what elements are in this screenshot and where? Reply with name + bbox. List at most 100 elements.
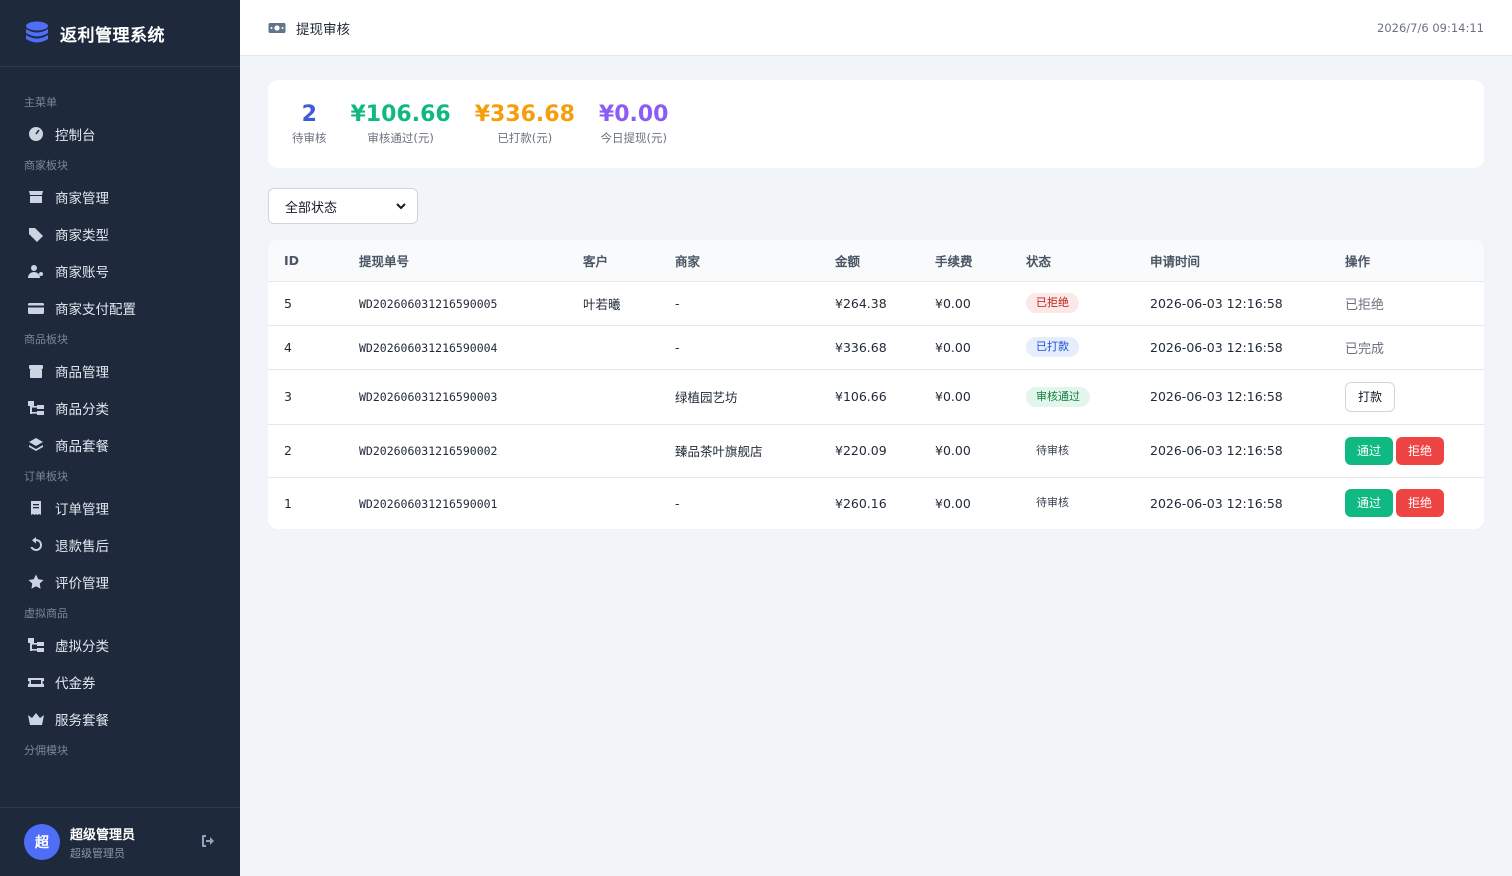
status-filter-value: 全部状态 bbox=[285, 200, 338, 216]
cell-customer: 叶若曦 bbox=[567, 281, 659, 326]
apply-time-text: 2026-06-03 12:16:58 bbox=[1150, 389, 1283, 404]
cell-id: 5 bbox=[268, 281, 343, 326]
sidebar-item-label: 商家管理 bbox=[55, 190, 109, 207]
sidebar-item-label: 商家类型 bbox=[55, 227, 109, 244]
cell-withdraw-no-text: WD202606031216590005 bbox=[359, 296, 498, 311]
user-panel: 超 超级管理员 超级管理员 bbox=[0, 807, 240, 876]
tags-icon bbox=[27, 225, 45, 243]
cell-fee-text: ¥0.00 bbox=[935, 339, 971, 355]
stat-value: ¥336.68 bbox=[474, 102, 575, 127]
sidebar: 返利管理系统 主菜单控制台商家板块商家管理商家类型商家账号 商家支付配置商品板块商… bbox=[0, 0, 240, 876]
sidebar-item[interactable]: 商品管理 bbox=[0, 352, 240, 389]
cell-customer bbox=[567, 325, 659, 370]
status-badge: 审核通过 bbox=[1026, 386, 1090, 407]
sidebar-item-label: 控制台 bbox=[55, 127, 96, 144]
sidebar-item[interactable]: 评价管理 bbox=[0, 563, 240, 600]
box-icon bbox=[27, 362, 45, 380]
sidebar-item[interactable]: 退款售后 bbox=[0, 526, 240, 563]
sidebar-item[interactable]: 商家支付配置 bbox=[0, 289, 240, 326]
approve-button[interactable]: 通过 bbox=[1345, 436, 1394, 465]
store-icon bbox=[27, 188, 45, 206]
cell-fee: ¥0.00 bbox=[919, 369, 1010, 425]
ticket-icon bbox=[27, 673, 45, 691]
stat-value: ¥0.00 bbox=[598, 102, 669, 127]
sidebar-item[interactable]: 控制台 bbox=[0, 115, 240, 152]
column-header: 申请时间 bbox=[1134, 240, 1329, 282]
avatar[interactable]: 超 bbox=[24, 824, 60, 860]
stat-item: 2 待审核 bbox=[292, 102, 327, 146]
cell-merchant-text: - bbox=[675, 295, 680, 311]
sidebar-nav: 主菜单控制台商家板块商家管理商家类型商家账号 商家支付配置商品板块商品管理商品分类… bbox=[0, 67, 240, 807]
cell-merchant: 臻品茶叶旗舰店 bbox=[659, 424, 819, 478]
stat-label: 已打款(元) bbox=[497, 131, 553, 145]
tree-icon bbox=[27, 399, 45, 417]
cell-amount: ¥220.09 bbox=[819, 424, 919, 478]
top-header: 提现审核 2026/7/6 09:14:11 bbox=[240, 0, 1512, 56]
pay-button[interactable]: 打款 bbox=[1345, 381, 1396, 412]
cell-withdraw-no-text: WD202606031216590001 bbox=[359, 496, 498, 511]
cell-status: 待审核 bbox=[1010, 424, 1134, 478]
cell-actions: 通过 拒绝 bbox=[1329, 477, 1484, 529]
sidebar-item[interactable]: 服务套餐 bbox=[0, 700, 240, 737]
sidebar-item[interactable]: 商家账号 bbox=[0, 252, 240, 289]
sidebar-item[interactable]: 商品套餐 bbox=[0, 426, 240, 463]
sidebar-item[interactable]: 商家类型 bbox=[0, 215, 240, 252]
sidebar-item[interactable]: 代金券 bbox=[0, 663, 240, 700]
undo-icon bbox=[27, 536, 45, 554]
cell-actions: 通过 拒绝 bbox=[1329, 424, 1484, 478]
sidebar-item-label: 服务套餐 bbox=[55, 712, 109, 729]
cell-id: 3 bbox=[268, 369, 343, 425]
sidebar-item[interactable]: 订单管理 bbox=[0, 489, 240, 526]
cell-apply-time: 2026-06-03 12:16:58 bbox=[1134, 369, 1329, 425]
tree-icon bbox=[27, 636, 45, 654]
sidebar-item[interactable]: 虚拟分类 bbox=[0, 626, 240, 663]
cell-fee-text: ¥0.00 bbox=[935, 443, 971, 458]
stat-item: ¥106.66 审核通过(元) bbox=[351, 102, 451, 146]
cell-withdraw-no: WD202606031216590005 bbox=[343, 281, 567, 326]
logout-icon[interactable] bbox=[200, 833, 218, 851]
brand-title: 返利管理系统 bbox=[60, 25, 165, 46]
table-row: 1 WD202606031216590001 - ¥260.16 ¥0.00 待审核 202… bbox=[268, 477, 1484, 529]
nav-section-title: 主菜单 bbox=[24, 96, 57, 109]
cell-amount: ¥264.38 bbox=[819, 281, 919, 326]
cell-fee-text: ¥0.00 bbox=[935, 495, 971, 511]
reject-button[interactable]: 拒绝 bbox=[1396, 436, 1445, 465]
nav-section-title: 商家板块 bbox=[24, 159, 68, 172]
stat-label: 审核通过(元) bbox=[367, 131, 434, 145]
cell-customer bbox=[567, 477, 659, 529]
apply-time-text: 2026-06-03 12:16:58 bbox=[1150, 495, 1283, 511]
cell-id-text: 4 bbox=[284, 339, 292, 355]
sidebar-item[interactable]: 商家管理 bbox=[0, 178, 240, 215]
status-filter-select[interactable]: 全部状态 bbox=[268, 188, 418, 224]
sidebar-item-label: 代金券 bbox=[55, 675, 96, 692]
layers-icon bbox=[27, 436, 45, 454]
reject-button[interactable]: 拒绝 bbox=[1396, 489, 1445, 518]
approve-button[interactable]: 通过 bbox=[1345, 489, 1394, 518]
cell-status: 待审核 bbox=[1010, 477, 1134, 529]
credit-card-icon bbox=[27, 299, 45, 317]
stat-value: ¥106.66 bbox=[350, 102, 451, 127]
cell-apply-time: 2026-06-03 12:16:58 bbox=[1134, 477, 1329, 529]
table-row: 5 WD202606031216590005 叶若曦 - ¥264.38 ¥0.00 已拒绝… bbox=[268, 281, 1484, 326]
column-header: 金额 bbox=[819, 240, 919, 282]
user-key-icon bbox=[27, 262, 45, 280]
cell-apply-time: 2026-06-03 12:16:58 bbox=[1134, 325, 1329, 370]
stat-item: ¥0.00 今日提现(元) bbox=[599, 102, 669, 146]
stat-item: ¥336.68 已打款(元) bbox=[475, 102, 575, 146]
sidebar-item-label: 商品管理 bbox=[55, 364, 109, 381]
main-content: 2 待审核 ¥106.66 审核通过(元) ¥336.68 已打款(元) ¥0.00 今日提现… bbox=[268, 80, 1484, 529]
cell-customer bbox=[567, 369, 659, 425]
column-header: 操作 bbox=[1329, 240, 1484, 282]
chevron-down-icon bbox=[396, 203, 406, 210]
status-badge: 待审核 bbox=[1036, 443, 1069, 457]
nav-section-title: 订单板块 bbox=[24, 470, 68, 483]
column-header: 客户 bbox=[567, 240, 659, 282]
cell-withdraw-no: WD202606031216590003 bbox=[343, 369, 567, 425]
column-header: 状态 bbox=[1010, 240, 1134, 282]
nav-section-title: 商品板块 bbox=[24, 333, 68, 346]
brand[interactable]: 返利管理系统 bbox=[0, 0, 240, 67]
star-icon bbox=[27, 573, 45, 591]
cell-fee-text: ¥0.00 bbox=[935, 389, 971, 404]
sidebar-item[interactable]: 商品分类 bbox=[0, 389, 240, 426]
cell-apply-time: 2026-06-03 12:16:58 bbox=[1134, 281, 1329, 326]
